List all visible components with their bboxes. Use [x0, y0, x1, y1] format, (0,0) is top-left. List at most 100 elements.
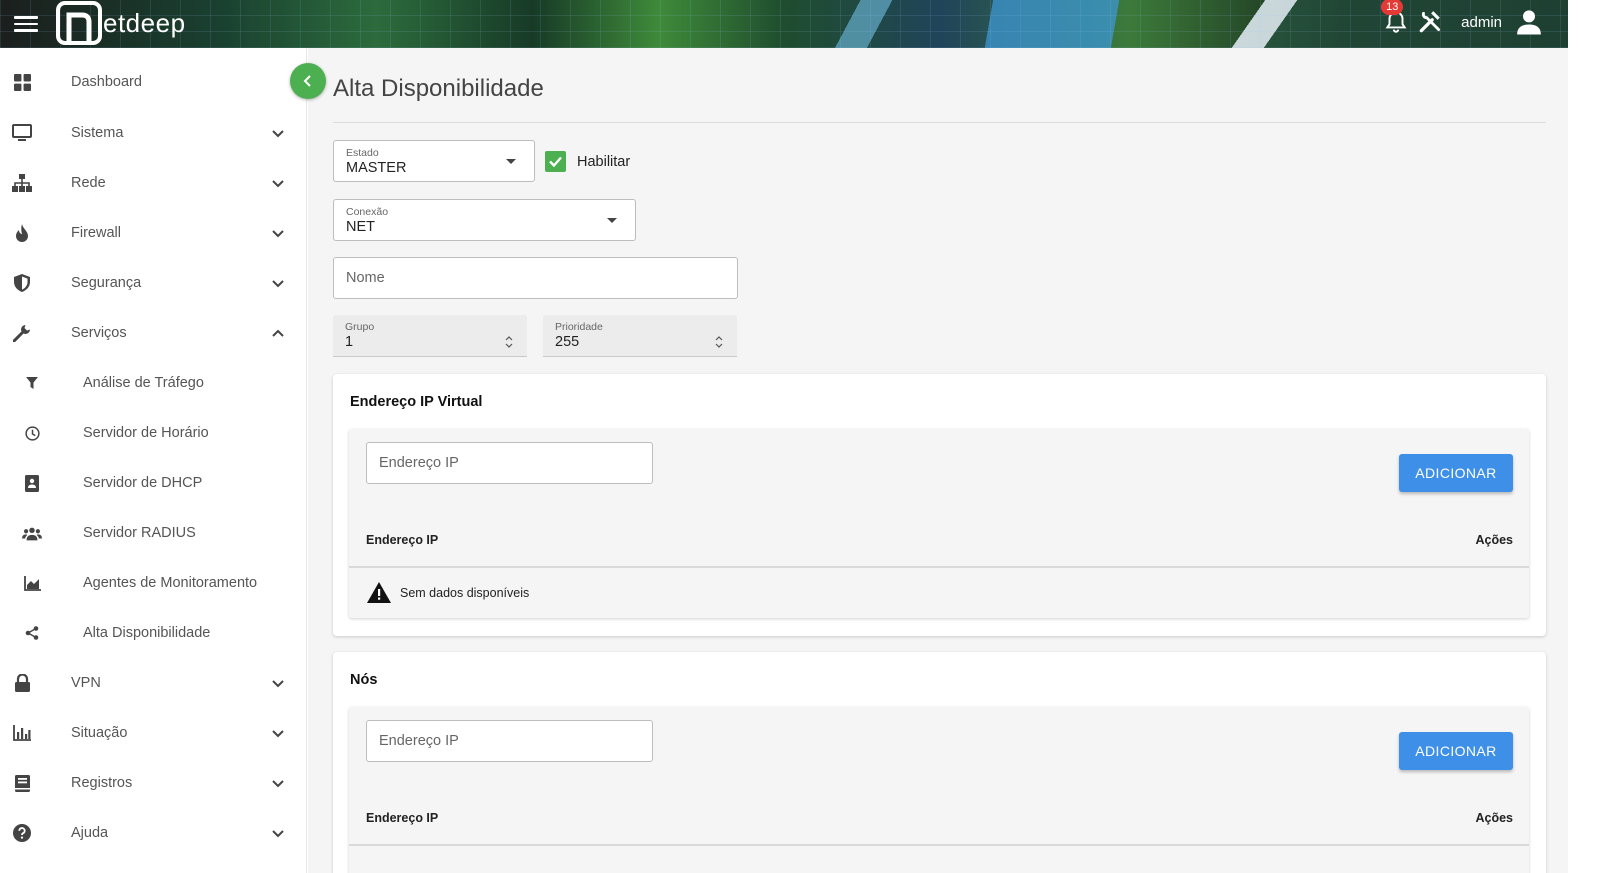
sidebar-item-situacao[interactable]: Situação [0, 708, 306, 758]
share-icon [22, 623, 42, 643]
virtual-ip-title: Endereço IP Virtual [350, 394, 483, 410]
sidebar-item-label: Rede [71, 175, 106, 191]
chevron-down-icon [272, 180, 284, 188]
tools-button[interactable] [1417, 9, 1443, 35]
area-chart-icon [22, 573, 42, 593]
sidebar-item-servicos[interactable]: Serviços [0, 308, 306, 358]
chevron-down-icon [272, 830, 284, 838]
column-header-ip: Endereço IP [366, 811, 439, 825]
sidebar-item-ajuda[interactable]: Ajuda [0, 808, 306, 858]
sidebar-subitem-servidor-radius[interactable]: Servidor RADIUS [0, 508, 306, 558]
virtual-ip-placeholder: Endereço IP [379, 455, 459, 471]
chevron-down-icon [272, 280, 284, 288]
sidebar-subitem-analise-de-trafego[interactable]: Análise de Tráfego [0, 358, 306, 408]
nodes-card: Nós Endereço IP ADICIONAR Endereço IP Aç… [333, 652, 1546, 873]
wrench-icon [12, 323, 32, 343]
user-menu-button[interactable] [1514, 7, 1544, 37]
network-icon [12, 173, 32, 193]
node-ip-placeholder: Endereço IP [379, 733, 459, 749]
empty-state-row: Sem dados disponíveis [367, 582, 529, 603]
sidebar-subitem-alta-disponibilidade[interactable]: Alta Disponibilidade [0, 608, 306, 658]
bar-chart-icon [12, 723, 32, 743]
sidebar-subitem-label: Análise de Tráfego [83, 375, 204, 391]
sidebar-subitem-agentes-de-monitoramento[interactable]: Agentes de Monitoramento [0, 558, 306, 608]
warning-icon [367, 582, 391, 603]
sidebar-item-seguranca[interactable]: Segurança [0, 258, 306, 308]
header-actions: 13 admin [1381, 0, 1544, 44]
sidebar-item-label: Dashboard [71, 74, 142, 90]
main-content: Alta Disponibilidade Estado MASTER Habil… [308, 48, 1568, 873]
node-ip-input[interactable]: Endereço IP [366, 720, 653, 762]
filter-icon [22, 373, 42, 393]
spinner-arrows-icon[interactable] [715, 335, 723, 349]
sidebar-item-label: Ajuda [71, 825, 109, 841]
sidebar-subitem-servidor-de-horario[interactable]: Servidor de Horário [0, 408, 306, 458]
sidebar-item-label: Serviços [71, 325, 127, 341]
notification-badge: 13 [1381, 0, 1404, 15]
sidebar-item-registros[interactable]: Registros [0, 758, 306, 808]
sidebar-item-label: VPN [71, 675, 101, 691]
conexao-value: NET [346, 219, 375, 235]
estado-select[interactable]: Estado MASTER [333, 140, 535, 182]
user-name[interactable]: admin [1461, 14, 1502, 31]
sidebar-item-label: Registros [71, 775, 133, 791]
chevron-down-icon [272, 730, 284, 738]
monitor-icon [12, 123, 32, 143]
prioridade-number-input[interactable]: Prioridade 255 [543, 315, 737, 357]
prioridade-label: Prioridade [555, 321, 603, 333]
title-divider [333, 122, 1546, 123]
conexao-select[interactable]: Conexão NET [333, 199, 636, 241]
sidebar-item-firewall[interactable]: Firewall [0, 208, 306, 258]
shield-icon [12, 273, 32, 293]
prioridade-value: 255 [555, 334, 580, 350]
add-node-button[interactable]: ADICIONAR [1399, 732, 1513, 770]
estado-value: MASTER [346, 160, 407, 176]
caret-down-icon [607, 218, 617, 223]
caret-down-icon [506, 159, 516, 164]
sidebar-item-rede[interactable]: Rede [0, 158, 306, 208]
sidebar-subitem-label: Servidor de Horário [83, 425, 209, 441]
user-icon [1517, 10, 1541, 35]
column-header-actions: Ações [1475, 811, 1513, 825]
sidebar-subitem-label: Alta Disponibilidade [83, 625, 211, 641]
sidebar-item-label: Firewall [71, 225, 121, 241]
collapse-sidebar-button[interactable] [290, 63, 326, 99]
sidebar-item-label: Sistema [71, 125, 124, 141]
sidebar-item-vpn[interactable]: VPN [0, 658, 306, 708]
lock-icon [12, 673, 32, 693]
nome-input[interactable]: Nome [333, 257, 738, 299]
help-icon [12, 823, 32, 843]
nodes-title: Nós [350, 672, 378, 688]
flame-icon [12, 223, 32, 243]
notifications-button[interactable]: 13 [1381, 0, 1409, 35]
logo-letter-icon: n [66, 12, 92, 41]
habilitar-checkbox[interactable]: Habilitar [545, 151, 630, 172]
sidebar-subitem-servidor-de-dhcp[interactable]: Servidor de DHCP [0, 458, 306, 508]
menu-icon[interactable] [14, 12, 38, 36]
grupo-number-input[interactable]: Grupo 1 [333, 315, 527, 357]
chevron-up-icon [272, 329, 284, 337]
nodes-panel: Endereço IP ADICIONAR Endereço IP Ações [349, 707, 1529, 873]
sidebar-item-dashboard[interactable]: Dashboard [0, 57, 306, 107]
empty-state-text: Sem dados disponíveis [400, 585, 530, 600]
nome-placeholder: Nome [346, 270, 385, 286]
sidebar-subitem-label: Servidor de DHCP [83, 475, 203, 491]
sidebar: Dashboard Sistema Rede Firewall Seguranç… [0, 48, 307, 873]
grupo-label: Grupo [345, 321, 375, 333]
estado-label: Estado [346, 147, 379, 159]
tools-icon [1419, 11, 1441, 33]
logo-text: etdeep [103, 8, 186, 38]
spinner-arrows-icon[interactable] [505, 335, 513, 349]
checkbox-checked-icon[interactable] [545, 151, 566, 172]
header-background [0, 0, 1568, 48]
dashboard-icon [12, 72, 32, 92]
chevron-down-icon [272, 780, 284, 788]
clock-icon [22, 423, 42, 443]
sidebar-item-sistema[interactable]: Sistema [0, 108, 306, 158]
column-header-ip: Endereço IP [366, 533, 439, 547]
virtual-ip-input[interactable]: Endereço IP [366, 442, 653, 484]
add-virtual-ip-button[interactable]: ADICIONAR [1399, 454, 1513, 492]
book-icon [12, 773, 32, 793]
logo[interactable]: n etdeep [56, 0, 186, 46]
conexao-label: Conexão [346, 206, 389, 218]
